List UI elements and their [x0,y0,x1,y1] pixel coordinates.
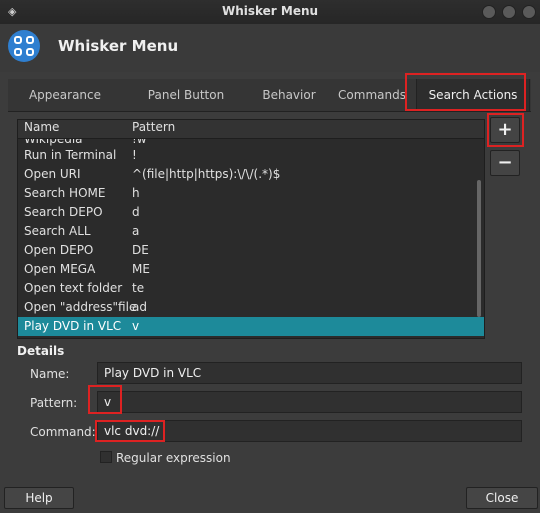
list-item[interactable]: Run in Terminal ! [18,146,484,165]
help-button[interactable]: Help [4,487,74,509]
name-field[interactable]: Play DVD in VLC [97,362,522,384]
tab-bar: Appearance Panel Button Behavior Command… [8,79,531,112]
tab-commands[interactable]: Commands [328,79,416,111]
close-button[interactable]: Close [466,487,538,509]
list-item[interactable]: Open DEPO DE [18,241,484,260]
maximize-button[interactable] [502,5,516,19]
column-header-name[interactable]: Name [24,120,59,134]
remove-action-button[interactable]: − [490,150,520,176]
list-item[interactable]: Search ALL a [18,222,484,241]
tab-panel-button[interactable]: Panel Button [122,79,250,111]
minimize-button[interactable] [482,5,496,19]
regex-checkbox[interactable] [100,451,112,463]
pattern-field[interactable]: v [97,391,522,413]
command-label: Command: [30,425,96,439]
window-title: Whisker Menu [221,4,319,18]
window-titlebar: ◈ Whisker Menu [0,0,540,25]
list-item[interactable]: Search HOME h [18,184,484,203]
whisker-menu-icon [8,30,40,62]
pattern-label: Pattern: [30,396,78,410]
column-header-pattern[interactable]: Pattern [132,120,175,134]
tab-behavior[interactable]: Behavior [250,79,328,111]
list-item[interactable]: Search DEPO d [18,203,484,222]
search-actions-list[interactable]: Wikipedia !w Name Pattern Run in Termina… [17,119,485,339]
command-field[interactable]: vlc dvd:// [97,420,522,442]
add-action-button[interactable]: + [490,117,520,143]
close-window-button[interactable] [522,5,536,19]
name-label: Name: [30,367,70,381]
details-heading: Details [17,344,65,358]
list-header: Name Pattern [18,120,484,139]
list-item[interactable]: Open URI ^(file|http|https):\/\/(.*)$ [18,165,484,184]
list-item[interactable]: Open MEGA ME [18,260,484,279]
list-item[interactable]: Open "address"file ad [18,298,484,317]
tab-search-actions[interactable]: Search Actions [416,79,530,111]
list-item[interactable]: Open text folder te [18,279,484,298]
dialog-title: Whisker Menu [58,37,179,55]
regex-label: Regular expression [116,451,231,465]
list-item-selected[interactable]: Play DVD in VLC v [18,317,484,336]
list-scrollbar[interactable] [477,180,481,317]
tab-appearance[interactable]: Appearance [8,79,122,111]
